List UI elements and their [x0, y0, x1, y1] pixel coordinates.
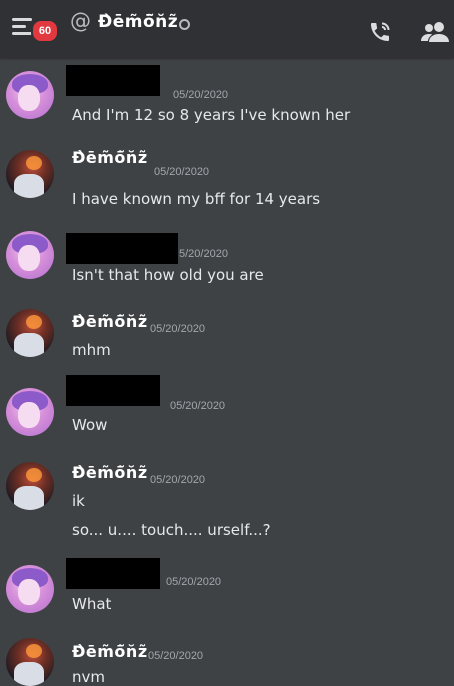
message-text: And I'm 12 so 8 years I've known her: [72, 106, 351, 124]
redacted-username: [66, 233, 178, 264]
timestamp: 05/20/2020: [173, 89, 229, 101]
avatar[interactable]: [6, 638, 54, 686]
avatar-art: [18, 579, 40, 605]
avatar[interactable]: [6, 388, 54, 436]
message-list[interactable]: 05/20/2020 And I'm 12 so 8 years I've kn…: [0, 58, 454, 686]
timestamp: 05/20/2020: [148, 650, 204, 662]
message-text: nvm: [72, 668, 105, 686]
message-text: mhm: [72, 341, 111, 359]
message-text: ik: [72, 492, 85, 510]
menu-bar: [12, 32, 32, 35]
menu-bar: [12, 18, 32, 21]
members-icon[interactable]: [421, 20, 449, 44]
message-text: Isn't that how old you are: [72, 266, 264, 284]
avatar[interactable]: [6, 565, 54, 613]
channel-title[interactable]: Ɖ̀ēm̃ō̃n̆z̃: [98, 12, 178, 32]
timestamp: 05/20/2020: [170, 400, 226, 412]
redacted-username: [66, 558, 160, 589]
avatar[interactable]: [6, 462, 54, 510]
message-text: Wow: [72, 416, 108, 434]
avatar-art: [18, 85, 40, 111]
username[interactable]: Ɖ̀ēm̃ō̃n̆z̃: [72, 463, 148, 482]
avatar-art: [14, 662, 44, 686]
at-icon: @: [70, 9, 91, 33]
avatar-art: [18, 245, 40, 271]
avatar[interactable]: [6, 71, 54, 119]
unread-badge: 60: [31, 19, 59, 43]
message-text: so... u.... touch.... urself...?: [72, 521, 271, 539]
timestamp: 05/20/2020: [154, 166, 210, 178]
avatar-art: [14, 174, 44, 198]
offline-status-icon: [179, 19, 190, 30]
redacted-username: [66, 375, 160, 406]
timestamp: 05/20/2020: [150, 323, 206, 335]
avatar[interactable]: [6, 150, 54, 198]
redacted-username: [66, 65, 160, 96]
timestamp: 5/20/2020: [179, 248, 228, 260]
avatar-art: [26, 644, 42, 658]
avatar-art: [26, 468, 42, 482]
username[interactable]: Ɖ̀ēm̃ō̃n̆z̃: [72, 312, 148, 331]
avatar-art: [18, 402, 40, 428]
avatar[interactable]: [6, 231, 54, 279]
timestamp: 05/20/2020: [166, 576, 222, 588]
avatar-art: [26, 156, 42, 170]
avatar[interactable]: [6, 309, 54, 357]
voice-call-icon[interactable]: [368, 20, 392, 44]
avatar-art: [26, 315, 42, 329]
avatar-art: [14, 486, 44, 510]
avatar-art: [14, 333, 44, 357]
username[interactable]: Ɖ̀ēm̃ō̃n̆z̃: [72, 148, 148, 167]
top-bar: 60 @ Ɖ̀ēm̃ō̃n̆z̃: [0, 0, 454, 58]
message-text: What: [72, 595, 112, 613]
timestamp: 05/20/2020: [150, 474, 206, 486]
menu-bar: [12, 25, 26, 28]
message-text: I have known my bff for 14 years: [72, 190, 321, 208]
username[interactable]: Ɖ̀ēm̃ō̃n̆z̃: [72, 642, 148, 661]
